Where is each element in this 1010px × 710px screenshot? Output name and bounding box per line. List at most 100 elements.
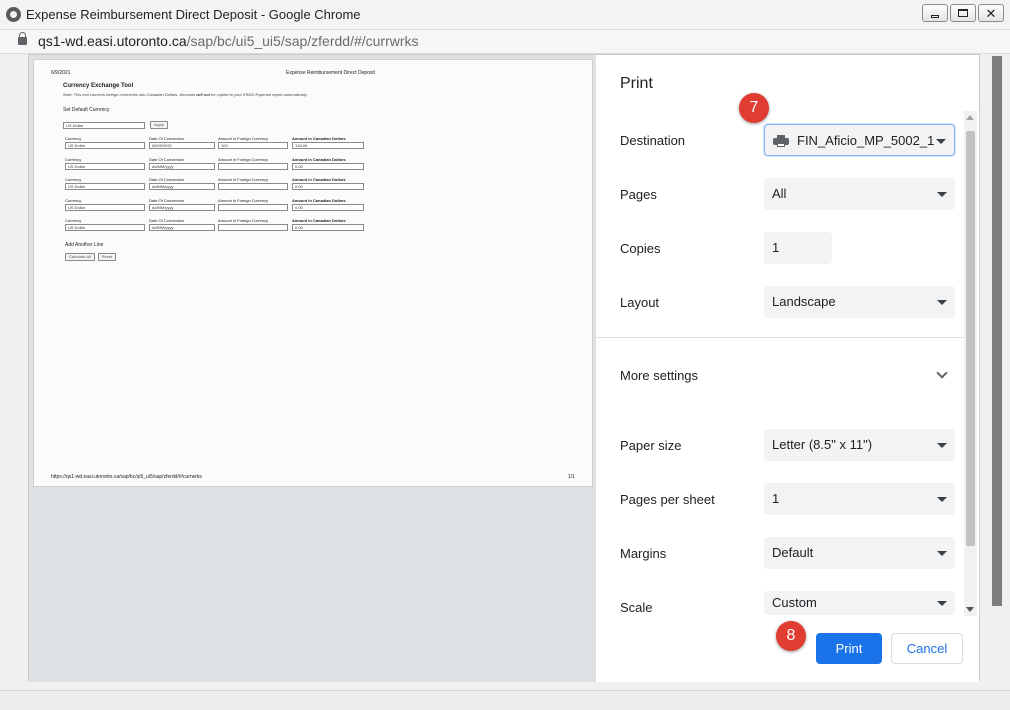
preview-apply-button: Apply [150,121,168,129]
margins-select[interactable]: Default [764,537,955,569]
settings-divider [596,337,966,338]
print-title: Print [620,75,653,92]
preview-col-header-currency: Currency [65,136,82,141]
pages-select[interactable]: All [764,178,955,210]
step-7-badge: 7 [739,93,769,123]
chevron-down-icon [937,601,947,606]
url-host: qs1-wd.easi.utoronto.ca [38,33,187,49]
preview-col-header-date: Date Of Conversion [149,177,185,182]
copies-label: Copies [620,241,661,256]
preview-cell-cad: 0.00 [292,203,364,211]
preview-cell-cad: 128.06 [292,142,364,149]
preview-cell-date: dd/MM/yyyy [149,162,215,170]
preview-col-header-date: Date Of Conversion [149,156,185,162]
note-bold: will not [196,92,211,97]
preview-col-header-cad: Amount in Canadian Dollars [292,218,346,223]
preview-cell-date: dd/MM/yyyy [149,224,215,231]
minimize-icon [931,14,939,18]
preview-cell-date: dd/MM/yyyy [149,203,215,211]
more-settings-row[interactable]: More settings [596,356,966,396]
preview-set-default-label: Set Default Currency [63,107,110,113]
chevron-down-icon [937,551,947,556]
page-scrollbar-thumb[interactable] [992,56,1002,606]
chevron-down-icon [936,139,946,144]
preview-cell-foreign [218,224,288,231]
preview-add-line: Add Another Line [65,242,104,248]
page-scrollbar[interactable] [991,56,1003,606]
url-text: qs1-wd.easi.utoronto.ca/sap/bc/ui5_ui5/s… [38,33,419,49]
layout-value: Landscape [772,294,836,309]
print-settings-pane: Print Destination FIN_Aficio_MP_5002_1 P… [596,55,979,682]
url-path: /sap/bc/ui5_ui5/sap/zferdd/#/currwrks [186,33,419,49]
destination-row: Destination FIN_Aficio_MP_5002_1 [596,121,966,161]
layout-select[interactable]: Landscape [764,286,955,318]
close-icon: ✕ [985,5,997,21]
scroll-down-icon[interactable] [966,607,974,612]
preview-calc-all-button: Calculate All [65,253,95,261]
preview-header-title: Expense Reimbursement Direct Deposit [286,70,375,76]
scrollbar-thumb[interactable] [966,131,975,546]
preview-cell-foreign [218,203,288,211]
layout-row: Layout Landscape [596,283,966,323]
maximize-icon [958,9,968,17]
preview-tool-title: Currency Exchange Tool [63,83,134,89]
preview-col-header-foreign: Amount in Foreign Currency [218,177,269,182]
preview-col-header-cad: Amount in Canadian Dollars [292,156,346,162]
window-titlebar: Expense Reimbursement Direct Deposit - G… [0,0,1010,30]
preview-col-header-foreign: Amount in Foreign Currency [218,136,269,141]
preview-cell-cad: 0.00 [292,183,364,190]
destination-label: Destination [620,133,686,148]
destination-select[interactable]: FIN_Aficio_MP_5002_1 [764,124,955,156]
window-bottom-edge [0,690,1010,710]
preview-col-header-date: Date Of Conversion [149,136,185,141]
preview-col-header-cad: Amount in Canadian Dollars [292,197,346,203]
preview-col-header-foreign: Amount in Foreign Currency [218,218,269,223]
preview-cell-foreign [218,183,288,190]
cancel-button[interactable]: Cancel [891,633,963,664]
close-button[interactable]: ✕ [978,4,1004,22]
pages-per-sheet-row: Pages per sheet 1 [596,480,966,520]
pages-per-sheet-select[interactable]: 1 [764,483,955,515]
chevron-down-icon [937,300,947,305]
preview-cell-currency: US Dollar [65,142,145,149]
preview-cell-cad: 0.00 [292,162,364,170]
scale-row: Scale Custom [596,588,966,628]
destination-value: FIN_Aficio_MP_5002_1 [797,133,935,148]
preview-col-header-currency: Currency [65,197,82,203]
scale-select[interactable]: Custom [764,591,955,615]
settings-scrollbar[interactable] [964,111,977,616]
paper-size-label: Paper size [620,438,682,453]
preview-cell-cad: 0.00 [292,224,364,231]
preview-cell-currency: US Dollar [65,203,145,211]
printer-icon [773,135,789,147]
paper-size-row: Paper size Letter (8.5" x 11") [596,426,966,466]
note-suffix: be copied to your ERDD Expense report au… [210,92,307,97]
minimize-button[interactable] [922,4,948,22]
maximize-button[interactable] [950,4,976,22]
copies-input[interactable]: 1 [764,232,832,264]
window-title: Expense Reimbursement Direct Deposit - G… [26,7,361,22]
preview-col-header-cad: Amount in Canadian Dollars [292,177,346,182]
chevron-down-icon [937,497,947,502]
preview-cell-date: 06/09/2021 [149,142,215,149]
preview-cell-foreign: 100 [218,142,288,149]
paper-size-value: Letter (8.5" x 11") [772,437,873,452]
address-bar[interactable]: qs1-wd.easi.utoronto.ca/sap/bc/ui5_ui5/s… [0,30,1010,54]
paper-size-select[interactable]: Letter (8.5" x 11") [764,429,955,461]
pages-per-sheet-value: 1 [772,491,780,506]
chevron-down-icon [937,443,947,448]
scale-value: Custom [772,595,817,610]
more-settings-label: More settings [620,368,699,383]
print-button[interactable]: Print [816,633,882,664]
preview-page: 6/9/2021 Expense Reimbursement Direct De… [33,59,593,487]
margins-label: Margins [620,546,667,561]
window-controls: ✕ [922,4,1004,22]
preview-default-currency: US Dollar [63,122,145,129]
chevron-down-icon [937,192,947,197]
preview-col-header-currency: Currency [65,218,82,223]
preview-cell-foreign [218,162,288,170]
preview-col-header-currency: Currency [65,156,82,162]
scroll-up-icon[interactable] [966,115,974,120]
preview-cell-date: dd/MM/yyyy [149,183,215,190]
preview-col-header-currency: Currency [65,177,82,182]
